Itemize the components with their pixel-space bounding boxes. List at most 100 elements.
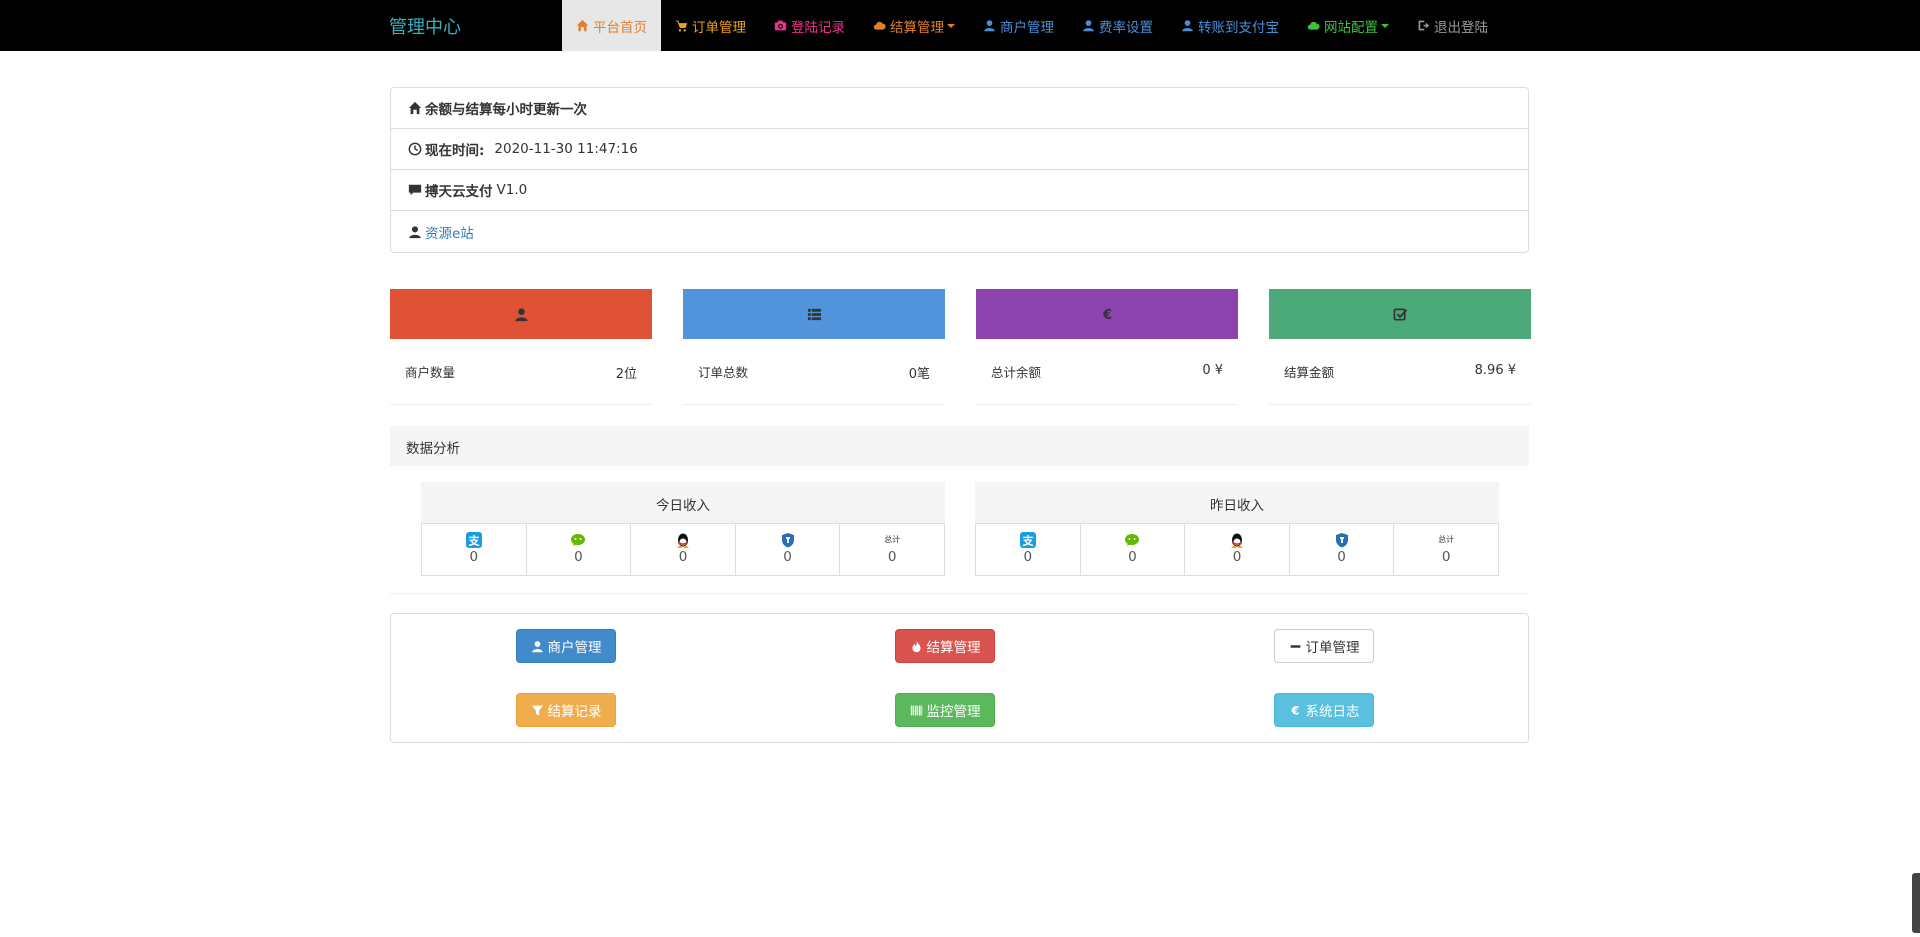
settlement-log-button[interactable]: 结算记录	[516, 693, 616, 727]
svg-text:€: €	[1101, 308, 1111, 322]
today-qq: 0	[630, 523, 736, 576]
nav-rates[interactable]: 费率设置	[1068, 0, 1167, 51]
svg-text:支: 支	[467, 534, 480, 548]
total-label: 总计	[884, 535, 901, 544]
nav-transfer-alipay-label: 转账到支付宝	[1198, 19, 1279, 36]
qq-icon	[677, 533, 689, 548]
alipay-icon: 支	[465, 532, 482, 548]
stat-label: 商户数量	[405, 365, 456, 380]
yesterday-alipay: 支 0	[975, 523, 1081, 576]
income-value: 0	[678, 549, 688, 565]
nav-home-label: 平台首页	[593, 19, 647, 36]
stat-balance-header: €	[976, 289, 1238, 339]
nav-login-log[interactable]: 登陆记录	[760, 0, 859, 51]
shield-icon	[1335, 533, 1348, 548]
stat-merchant-count: 商户数量 2位	[390, 289, 652, 405]
notice-row: 余额与结算每小时更新一次	[391, 88, 1528, 129]
nav-site-config-label: 网站配置	[1324, 19, 1378, 36]
income-value: 0	[1023, 549, 1033, 565]
income-value: 0	[1441, 549, 1451, 565]
fire-icon	[911, 640, 921, 652]
nav-settlement[interactable]: 结算管理	[859, 0, 969, 51]
scrollbar-handle[interactable]	[1912, 873, 1920, 933]
nav-site-config[interactable]: 网站配置	[1293, 0, 1403, 51]
order-manage-button[interactable]: 订单管理	[1274, 629, 1374, 663]
income-value: 0	[1232, 549, 1242, 565]
product-row: 搏天云支付 V1.0	[391, 170, 1528, 211]
nav-login-log-label: 登陆记录	[791, 19, 845, 36]
stat-merchant-header	[390, 289, 652, 339]
settlement-manage-button[interactable]: 结算管理	[895, 629, 995, 663]
stat-label: 总计余额	[991, 365, 1042, 380]
button-label: 结算管理	[926, 640, 981, 656]
clock-icon	[408, 142, 422, 156]
merchant-manage-button[interactable]: 商户管理	[516, 629, 616, 663]
time-value: 2020-11-30 11:47:16	[494, 141, 638, 157]
user-icon	[1083, 20, 1094, 32]
nav-merchants[interactable]: 商户管理	[969, 0, 1068, 51]
stat-label: 结算金额	[1284, 365, 1335, 380]
today-income-panel: 今日收入 支 0 0 0 0 总计 0	[421, 482, 945, 576]
chevron-down-icon	[1381, 23, 1389, 28]
home-icon	[576, 19, 589, 32]
stat-value: 8.96 ¥	[1474, 363, 1516, 378]
income-value: 0	[783, 549, 792, 565]
nav-logout[interactable]: 退出登陆	[1403, 0, 1502, 51]
button-label: 监控管理	[926, 704, 981, 720]
button-label: 结算记录	[547, 704, 602, 720]
time-label: 现在时间:	[425, 143, 485, 159]
site-row: 资源e站	[391, 211, 1528, 252]
income-value: 0	[887, 549, 897, 565]
income-value: 0	[1337, 549, 1346, 565]
nav-merchants-label: 商户管理	[1000, 19, 1054, 36]
svg-text:支: 支	[1021, 534, 1034, 548]
yesterday-income-title: 昨日收入	[975, 482, 1499, 523]
notice-text: 余额与结算每小时更新一次	[425, 102, 587, 118]
monitor-manage-button[interactable]: 监控管理	[895, 693, 995, 727]
euro-icon: €	[1101, 308, 1111, 322]
product-version: V1.0	[496, 182, 528, 198]
home-icon	[408, 101, 422, 115]
analysis-title: 数据分析	[390, 426, 1529, 466]
button-label: 商户管理	[547, 640, 602, 656]
stat-label: 订单总数	[698, 365, 749, 380]
nav-home[interactable]: 平台首页	[562, 0, 661, 51]
stat-value: 2位	[615, 367, 637, 382]
user-icon	[1182, 20, 1193, 32]
site-link[interactable]: 资源e站	[425, 222, 474, 242]
product-name: 搏天云支付	[425, 184, 493, 200]
user-icon	[409, 225, 421, 238]
barcode-icon	[910, 705, 922, 715]
stat-settlement-amount: 结算金额 8.96 ¥	[1269, 289, 1531, 405]
button-label: 系统日志	[1305, 704, 1360, 720]
nav-orders[interactable]: 订单管理	[661, 0, 760, 51]
quick-actions-panel: 商户管理 结算管理 订单管理 结算记录 监控管理 € 系统日志	[390, 613, 1529, 743]
nav-settlement-label: 结算管理	[890, 19, 944, 36]
check-icon	[1393, 308, 1407, 320]
today-total: 总计 0	[839, 523, 945, 576]
section-divider	[390, 593, 1529, 594]
today-alipay: 支 0	[421, 523, 527, 576]
yesterday-total: 总计 0	[1393, 523, 1499, 576]
info-panel: 余额与结算每小时更新一次 现在时间: 2020-11-30 11:47:16 搏…	[390, 87, 1529, 253]
yesterday-income-panel: 昨日收入 支 0 0 0 0 总计 0	[975, 482, 1499, 576]
top-navbar: 管理中心 平台首页 订单管理 登陆记录 结算管理 商户管理 费率设置 转账到支付…	[0, 0, 1920, 51]
logout-icon	[1418, 20, 1430, 31]
minus-icon	[1290, 644, 1300, 648]
cloud-icon	[1307, 21, 1320, 30]
nav-rates-label: 费率设置	[1099, 19, 1153, 36]
nav-logout-label: 退出登陆	[1434, 19, 1488, 36]
filter-icon	[531, 705, 543, 715]
button-label: 订单管理	[1305, 640, 1360, 656]
svg-text:€: €	[1290, 704, 1299, 717]
user-icon	[984, 20, 995, 32]
camera-icon	[774, 20, 787, 31]
nav-orders-label: 订单管理	[692, 19, 746, 36]
stat-order-header	[683, 289, 945, 339]
system-log-button[interactable]: € 系统日志	[1274, 693, 1374, 727]
brand-title[interactable]: 管理中心	[389, 13, 461, 39]
qq-icon	[1231, 533, 1243, 548]
income-value: 0	[574, 549, 583, 565]
nav-transfer-alipay[interactable]: 转账到支付宝	[1167, 0, 1293, 51]
today-wechat: 0	[525, 523, 632, 576]
